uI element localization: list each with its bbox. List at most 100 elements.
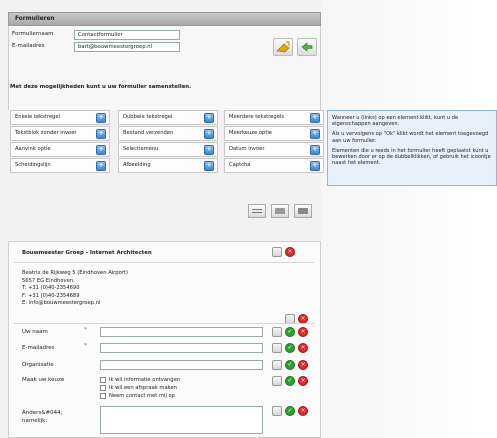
palette-item-meerdere-tekstregels[interactable]: Meerdere tekstregels + (224, 110, 324, 125)
divider (14, 323, 314, 324)
palette-item-label: Meerkeuze optie (229, 130, 272, 136)
plus-icon: + (204, 129, 214, 139)
help-text-3: Elementen die u reeds in het formulier h… (332, 147, 491, 167)
palette-item-enkele-tekstregel[interactable]: Enkele tekstregel + (10, 110, 110, 125)
palette-item-aanvink-optie[interactable]: Aanvink optie + (10, 142, 110, 157)
check-icon[interactable]: ✓ (285, 376, 295, 386)
form-name-input[interactable]: Contactformulier (74, 30, 180, 40)
company-name: Bouwmeester Groep - Internet Architecten (22, 250, 152, 256)
delete-icon[interactable]: × (285, 247, 295, 257)
help-text-1: Wanneer u (links) op een element klikt, … (332, 115, 459, 128)
check-icon[interactable]: ✓ (285, 327, 295, 337)
page-title: Formulieren (8, 12, 321, 26)
option-row[interactable]: Ik wil een afspraak maken (100, 384, 180, 392)
form-name-label: Formuliernaam (12, 31, 54, 37)
email-label: E-mailadres (12, 43, 45, 49)
help-text-2: Als u vervolgens op "Ok" klikt wordt het… (332, 131, 489, 144)
checkbox[interactable] (100, 377, 106, 383)
layout-icon (252, 209, 262, 213)
org-controls: ✓ × (272, 360, 308, 370)
palette-item-meerkeuze-optie[interactable]: Meerkeuze optie + (224, 126, 324, 141)
option-label: Neem contact met mij op (109, 393, 176, 399)
plus-icon: + (204, 113, 214, 123)
palette-item-label: Selectiemenu (123, 146, 159, 152)
check-icon[interactable]: ✓ (285, 406, 295, 416)
name-input[interactable] (100, 327, 263, 337)
delete-icon[interactable]: × (298, 376, 308, 386)
plus-icon: + (310, 113, 320, 123)
address-line: 5657 EG Eindhoven. (22, 277, 75, 284)
field-org-label: Organisatie (22, 362, 54, 368)
edit-icon[interactable] (272, 343, 282, 353)
palette-item-bestand-verzenden[interactable]: Bestand verzenden + (118, 126, 218, 141)
address-line: E: info@bouwmeestergroep.nl (22, 300, 101, 307)
option-row[interactable]: Neem contact met mij op (100, 392, 180, 400)
palette-item-dubbele-tekstregel[interactable]: Dubbele tekstregel + (118, 110, 218, 125)
email-field[interactable] (100, 343, 263, 353)
layout-icon (275, 208, 285, 214)
checkbox[interactable] (100, 393, 106, 399)
palette-item-label: Afbeelding (123, 162, 151, 168)
check-icon[interactable]: ✓ (285, 360, 295, 370)
layout-button-2[interactable] (271, 204, 289, 218)
address-line: F: +31 (0)40-2354689 (22, 292, 80, 299)
option-row[interactable]: Ik wil informatie ontvangen (100, 376, 180, 384)
undo-button[interactable] (297, 38, 317, 56)
edit-icon[interactable] (272, 406, 282, 416)
address-block: Beatrix de Rijkweg 5 (Eindhoven Airport)… (22, 270, 128, 308)
field-email-label: E-mailadres (22, 345, 55, 351)
plus-icon: + (310, 145, 320, 155)
palette-item-label: Datum invoer (229, 146, 265, 152)
palette-item-label: Enkele tekstregel (15, 114, 60, 120)
field-other-label: Anders&#044; namelijk: (22, 410, 63, 424)
address-line: T: +31 (0)40-2354690 (22, 285, 80, 292)
palette-item-scheidingslijn[interactable]: Scheidingslijn + (10, 158, 110, 173)
delete-icon[interactable]: × (298, 360, 308, 370)
undo-icon (301, 42, 313, 52)
required-mark: * (84, 327, 87, 333)
option-label: Ik wil informatie ontvangen (109, 377, 181, 383)
palette-item-afbeelding[interactable]: Afbeelding + (118, 158, 218, 173)
plus-icon: + (96, 161, 106, 171)
choice-controls: ✓ × (272, 376, 308, 386)
palette-item-selectiemenu[interactable]: Selectiemenu + (118, 142, 218, 157)
help-box: Wanneer u (links) op een element klikt, … (327, 110, 497, 186)
palette-item-captcha[interactable]: Captcha + (224, 158, 324, 173)
option-label: Ik wil een afspraak maken (109, 385, 177, 391)
right-background (321, 0, 497, 438)
palette-heading: Met deze mogelijkheden kunt u uw formuli… (10, 84, 192, 90)
delete-icon[interactable]: × (298, 327, 308, 337)
palette-item-label: Dubbele tekstregel (123, 114, 173, 120)
other-controls: ✓ × (272, 406, 308, 416)
field-choice-label: Maak uw keuze (22, 377, 65, 383)
plus-icon: + (96, 129, 106, 139)
palette-item-tekstblok[interactable]: Tekstblok zonder invoer + (10, 126, 110, 141)
plus-icon: + (96, 113, 106, 123)
other-textarea[interactable] (100, 406, 263, 434)
required-mark: * (84, 343, 87, 349)
layout-button-3[interactable] (294, 204, 312, 218)
save-button[interactable] (273, 38, 293, 56)
edit-icon[interactable] (272, 247, 282, 257)
palette-item-datum-invoer[interactable]: Datum invoer + (224, 142, 324, 157)
field-name-label: Uw naam (22, 329, 48, 335)
address-line: Beatrix de Rijkweg 5 (Eindhoven Airport) (22, 270, 128, 276)
plus-icon: + (96, 145, 106, 155)
plus-icon: + (204, 145, 214, 155)
palette-item-label: Bestand verzenden (123, 130, 174, 136)
edit-icon[interactable] (272, 360, 282, 370)
edit-icon[interactable] (272, 376, 282, 386)
organisation-input[interactable] (100, 360, 263, 370)
palette-item-label: Aanvink optie (15, 146, 51, 152)
plus-icon: + (204, 161, 214, 171)
edit-icon[interactable] (272, 327, 282, 337)
company-controls: × (272, 247, 295, 257)
palette-item-label: Scheidingslijn (15, 162, 51, 168)
email-controls: ✓ × (272, 343, 308, 353)
layout-button-1[interactable] (248, 204, 266, 218)
email-input[interactable]: bart@bouwmeestergroep.nl (74, 42, 180, 52)
checkbox[interactable] (100, 385, 106, 391)
delete-icon[interactable]: × (298, 406, 308, 416)
delete-icon[interactable]: × (298, 343, 308, 353)
check-icon[interactable]: ✓ (285, 343, 295, 353)
